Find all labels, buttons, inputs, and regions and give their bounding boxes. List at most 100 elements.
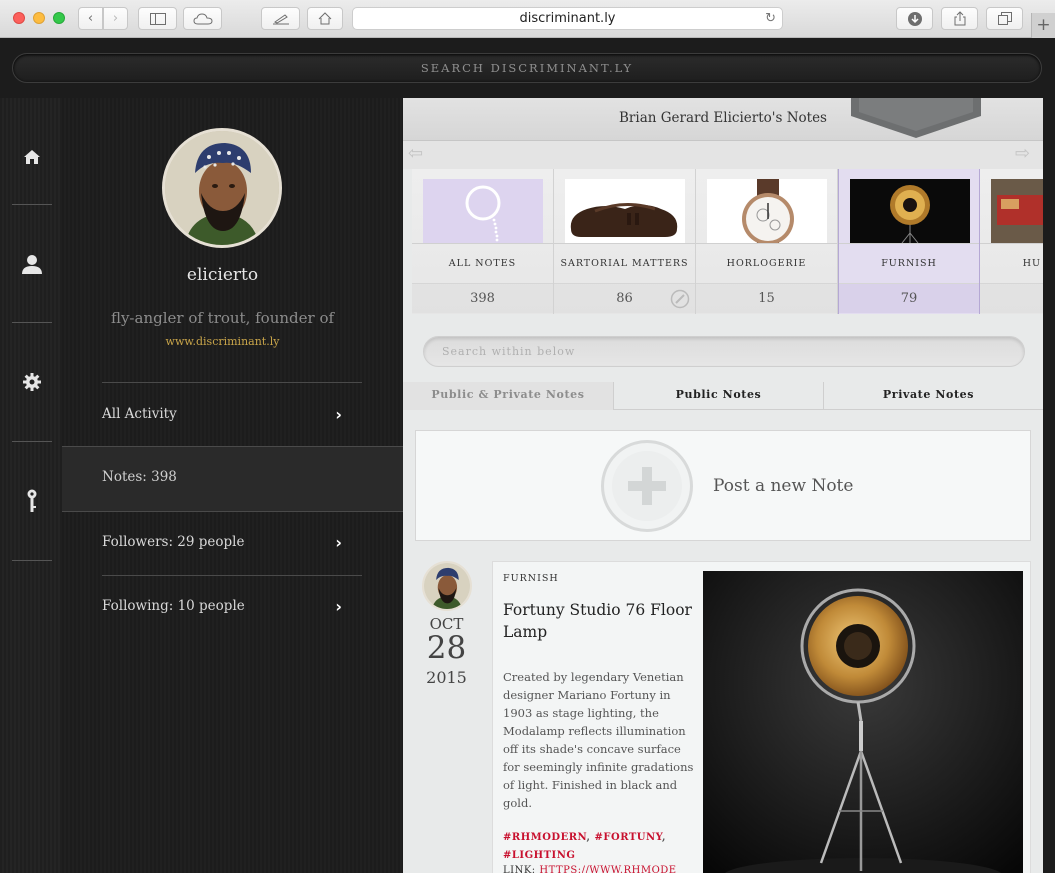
category-furnish[interactable]: FURNISH 79 xyxy=(838,169,980,314)
followers-link[interactable]: Followers: 29 people › xyxy=(102,511,342,573)
profile-bio: fly-angler of trout, founder of xyxy=(110,309,335,327)
magnifier-icon xyxy=(465,185,501,242)
search-within-input[interactable] xyxy=(424,337,1024,366)
plus-icon xyxy=(628,467,666,505)
window-gutter xyxy=(1043,98,1055,873)
category-count: 86 xyxy=(554,283,695,313)
category-label: SARTORIAL MATTERS xyxy=(554,243,695,283)
category-label: HORLOGERIE xyxy=(696,243,837,283)
search-within-field[interactable] xyxy=(423,336,1025,367)
category-partial[interactable]: HU xyxy=(980,169,1043,314)
arrow-right-icon[interactable]: ⇨ xyxy=(1015,143,1030,164)
note-date-year: 2015 xyxy=(426,668,467,687)
note-title[interactable]: Fortuny Studio 76 Floor Lamp xyxy=(503,599,698,643)
notes-count-label: Notes: 398 xyxy=(102,469,177,485)
zoom-window-button[interactable] xyxy=(53,12,65,24)
notes-extension-button[interactable] xyxy=(261,7,300,30)
tab-overview-button[interactable] xyxy=(986,7,1023,30)
site-search-bar[interactable]: SEARCH DISCRIMINANT.LY xyxy=(12,53,1042,83)
note-author-avatar[interactable] xyxy=(422,561,472,611)
share-button[interactable] xyxy=(941,7,978,30)
post-new-note-label: Post a new Note xyxy=(713,476,854,496)
tab-private[interactable]: Private Notes xyxy=(823,382,1033,410)
tag-separator: , xyxy=(661,832,666,843)
note-card[interactable]: FURNISH Fortuny Studio 76 Floor Lamp Cre… xyxy=(492,561,1031,873)
category-count-value: 86 xyxy=(616,291,633,306)
loafer-shoe-image xyxy=(570,203,678,237)
rail-profile-button[interactable] xyxy=(12,205,52,323)
notes-count-row: Notes: 398 xyxy=(62,446,403,512)
key-icon xyxy=(27,489,37,512)
category-thumbnail xyxy=(991,179,1043,243)
following-link[interactable]: Following: 10 people › xyxy=(102,575,342,637)
category-count: 79 xyxy=(839,283,979,313)
chevron-right-icon: › xyxy=(335,404,342,424)
all-activity-link[interactable]: All Activity › xyxy=(102,383,342,445)
address-bar[interactable]: discriminant.ly ↻ xyxy=(352,7,783,30)
category-sartorial-matters[interactable]: SARTORIAL MATTERS 86 xyxy=(554,169,696,314)
chevron-right-icon: › xyxy=(335,596,342,616)
compass-edit-icon[interactable] xyxy=(670,289,690,309)
tab-public-private[interactable]: Public & Private Notes xyxy=(403,382,613,410)
portrait-image xyxy=(165,131,279,245)
home-icon xyxy=(24,150,40,164)
post-new-note-button[interactable]: Post a new Note xyxy=(415,430,1031,541)
tag-link[interactable]: #RHMODERN xyxy=(503,832,587,843)
note-photo[interactable] xyxy=(703,571,1023,873)
rail-logout-button[interactable] xyxy=(12,442,52,560)
site-header: SEARCH DISCRIMINANT.LY xyxy=(0,38,1055,98)
note-link: LINK: HTTPS://WWW.RHMODE xyxy=(503,865,698,873)
close-window-button[interactable] xyxy=(13,12,25,24)
category-count: 15 xyxy=(696,283,837,313)
following-label: Following: 10 people xyxy=(102,598,245,614)
category-label: FURNISH xyxy=(839,243,979,283)
category-label: ALL NOTES xyxy=(412,243,553,283)
back-button[interactable]: ‹ xyxy=(78,7,103,30)
icloud-tabs-button[interactable] xyxy=(183,7,222,30)
tag-link[interactable]: #FORTUNY xyxy=(595,832,662,843)
category-all-notes[interactable]: ALL NOTES 398 xyxy=(412,169,554,314)
note-link-url[interactable]: HTTPS://WWW.RHMODE xyxy=(539,865,676,873)
house-icon xyxy=(318,12,332,25)
followers-label: Followers: 29 people xyxy=(102,534,245,550)
sidebar-toggle-button[interactable] xyxy=(138,7,177,30)
cloud-icon xyxy=(192,12,213,24)
minimize-window-button[interactable] xyxy=(33,12,45,24)
lamp-image xyxy=(890,185,930,243)
note-category[interactable]: FURNISH xyxy=(503,573,559,584)
sidebar-icon xyxy=(149,12,166,25)
note-tags: #RHMODERN, #FORTUNY, #LIGHTING xyxy=(503,829,698,865)
profile-panel: elicierto fly-angler of trout, founder o… xyxy=(62,98,403,873)
category-thumbnail xyxy=(565,179,685,243)
chevron-right-icon: › xyxy=(335,532,342,552)
rail-divider xyxy=(12,560,52,561)
user-icon xyxy=(22,255,42,274)
profile-website-link[interactable]: www.discriminant.ly xyxy=(62,335,383,348)
rail-home-button[interactable] xyxy=(12,98,52,216)
rail-settings-button[interactable] xyxy=(12,323,52,441)
profile-avatar[interactable] xyxy=(162,128,282,248)
tabs-icon xyxy=(997,12,1012,25)
pen-icon xyxy=(272,13,289,24)
add-note-circle xyxy=(601,440,693,532)
category-horlogerie[interactable]: HORLOGERIE 15 xyxy=(696,169,838,314)
portrait-image xyxy=(424,563,470,609)
category-thumbnail xyxy=(423,179,543,243)
gear-icon xyxy=(23,373,41,391)
downloads-button[interactable] xyxy=(896,7,933,30)
tab-public[interactable]: Public Notes xyxy=(613,382,823,410)
chevron-left-icon: ‹ xyxy=(87,11,94,26)
icon-rail xyxy=(0,98,62,873)
reload-icon[interactable]: ↻ xyxy=(765,8,776,29)
home-button[interactable] xyxy=(307,7,343,30)
tag-link[interactable]: #LIGHTING xyxy=(503,850,575,861)
browser-toolbar: ‹ › discriminant.ly ↻ + xyxy=(0,0,1055,38)
note-link-label: LINK: xyxy=(503,865,536,873)
forward-button[interactable]: › xyxy=(103,7,128,30)
category-thumbnail xyxy=(850,179,970,243)
note-date-day: 28 xyxy=(426,630,467,666)
all-activity-label: All Activity xyxy=(102,406,177,422)
arrow-left-icon[interactable]: ⇦ xyxy=(408,143,423,164)
download-icon xyxy=(907,11,922,26)
new-tab-button[interactable]: + xyxy=(1031,13,1055,38)
